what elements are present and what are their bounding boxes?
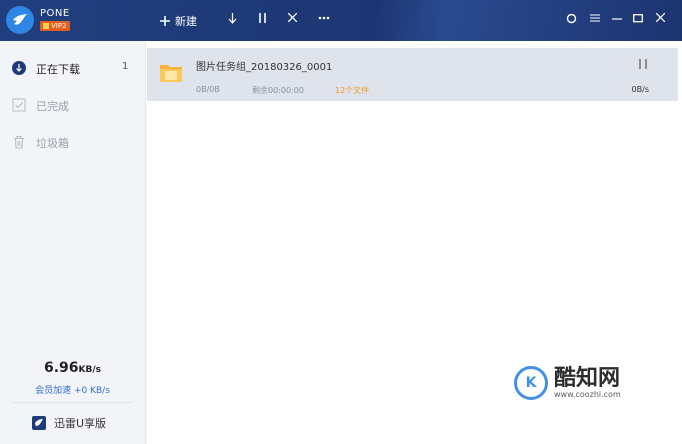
- trash-icon: [14, 136, 24, 149]
- u-version-link[interactable]: 迅雷U享版: [32, 415, 106, 431]
- sidebar-item-label: 已完成: [36, 100, 69, 113]
- sidebar-item-completed[interactable]: 已完成: [0, 90, 145, 120]
- task-remaining: 剩余00:00:00: [252, 86, 304, 95]
- skin-button[interactable]: [566, 13, 577, 24]
- pause-icon: [259, 13, 266, 23]
- speed-unit: KB/s: [78, 365, 102, 375]
- new-task-label: 新建: [175, 15, 197, 28]
- sidebar-item-trash[interactable]: 垃圾箱: [0, 127, 145, 157]
- download-count: 1: [122, 61, 129, 72]
- plus-icon: [160, 16, 170, 26]
- minimize-icon: [612, 18, 622, 20]
- app-logo: [6, 6, 34, 34]
- more-button[interactable]: [318, 12, 330, 22]
- watermark-logo: K: [514, 366, 548, 400]
- download-circle-icon: [12, 61, 26, 75]
- member-boost[interactable]: 会员加速 +0 KB/s: [0, 383, 145, 396]
- sidebar: 正在下载 1 已完成 垃圾箱 6.96KB/s 会员加速 +0 KB/s 迅雷U…: [0, 41, 146, 444]
- vip-icon: [43, 23, 49, 29]
- minimize-button[interactable]: [612, 13, 622, 23]
- task-name: 图片任务组_20180326_0001: [196, 62, 333, 73]
- start-download-button[interactable]: [228, 13, 237, 24]
- title-bar: PONE VIP2 新建: [0, 0, 682, 41]
- download-speed: 6.96KB/s: [0, 360, 145, 376]
- vip-label: VIP2: [51, 22, 67, 30]
- sidebar-item-downloading[interactable]: 正在下载 1: [0, 53, 145, 83]
- watermark-mark: K: [525, 375, 537, 391]
- menu-icon: [590, 14, 600, 22]
- close-button[interactable]: [656, 13, 665, 22]
- delete-button[interactable]: [288, 13, 297, 22]
- sidebar-divider: [12, 402, 133, 403]
- task-files[interactable]: 12个文件: [335, 85, 369, 96]
- check-square-icon: [12, 98, 26, 112]
- folder-icon: [160, 65, 182, 82]
- new-task-button[interactable]: 新建: [160, 13, 197, 29]
- task-speed: 0B/s: [631, 85, 649, 94]
- maximize-icon: [633, 14, 643, 23]
- menu-button[interactable]: [590, 13, 600, 23]
- brand-name: PONE: [40, 8, 70, 19]
- u-version-icon: [32, 416, 46, 430]
- maximize-button[interactable]: [633, 13, 643, 23]
- speed-value: 6.96: [43, 360, 79, 376]
- task-pause-icon[interactable]: [637, 58, 649, 70]
- u-version-label: 迅雷U享版: [54, 417, 107, 430]
- task-row[interactable]: 图片任务组_20180326_0001 0B/0B 剩余00:00:00 12个…: [147, 48, 678, 101]
- download-arrow-icon: [228, 13, 237, 24]
- close-icon: [656, 13, 665, 22]
- pause-button[interactable]: [258, 13, 267, 23]
- more-dots-icon: [318, 16, 330, 20]
- vip-badge: VIP2: [40, 21, 70, 31]
- sidebar-item-label: 正在下载: [36, 63, 80, 76]
- close-x-icon: [288, 13, 297, 22]
- task-size: 0B/0B: [196, 85, 220, 94]
- circle-icon: [566, 13, 577, 24]
- watermark: K 酷知网 www.coozhi.com: [514, 366, 621, 400]
- watermark-url: www.coozhi.com: [554, 389, 621, 399]
- bird-icon: [13, 14, 27, 25]
- sidebar-item-label: 垃圾箱: [36, 137, 69, 150]
- watermark-title: 酷知网: [554, 365, 621, 391]
